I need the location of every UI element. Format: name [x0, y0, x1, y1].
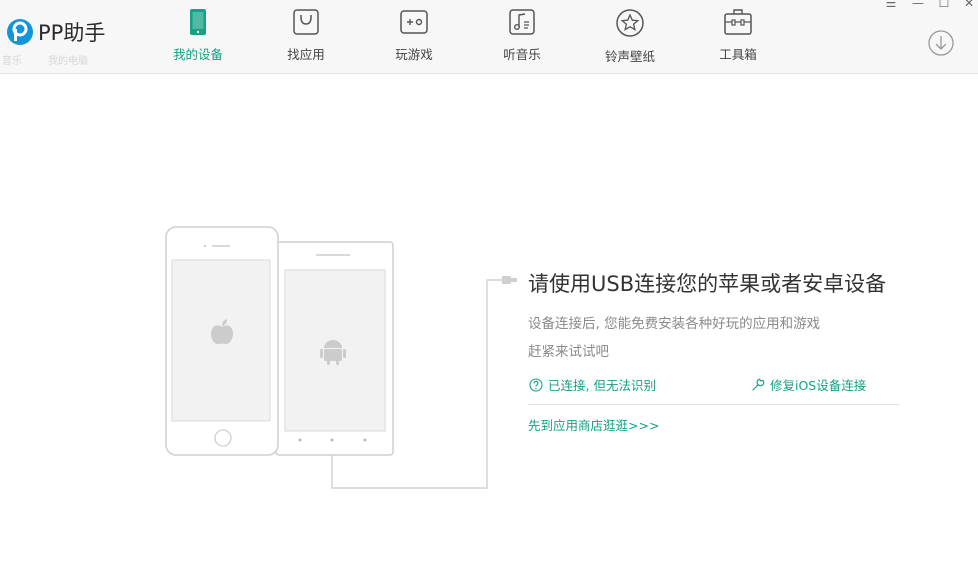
minimize-button[interactable]: — — [911, 0, 925, 10]
tab-label: 我的设备 — [172, 47, 223, 62]
tab-label: 找应用 — [287, 47, 325, 62]
phone-icon — [190, 9, 206, 35]
menu-button[interactable]: ☰ — [884, 0, 898, 10]
star-icon — [616, 9, 644, 37]
link-label: 修复iOS设备连接 — [770, 378, 867, 393]
maximize-button[interactable]: ☐ — [937, 0, 951, 10]
tab-play-games[interactable]: 玩游戏 — [374, 8, 454, 68]
wrench-icon — [752, 378, 765, 391]
background-label: 音乐 — [2, 56, 22, 67]
repair-ios-connection-link[interactable]: 修复iOS设备连接 — [750, 375, 866, 394]
tab-find-apps[interactable]: 找应用 — [266, 8, 346, 68]
background-label: 我的电脑 — [48, 56, 88, 67]
usb-cable — [331, 279, 502, 489]
tab-toolbox[interactable]: 工具箱 — [698, 8, 778, 68]
android-logo-icon — [320, 340, 346, 365]
tab-my-device[interactable]: 我的设备 — [158, 8, 238, 68]
tab-label: 玩游戏 — [395, 47, 433, 62]
iphone — [165, 226, 279, 456]
browse-app-store-link[interactable]: 先到应用商店逛逛>>> — [528, 415, 659, 434]
link-label: 先到应用商店逛逛>>> — [528, 418, 660, 433]
tab-label: 铃声壁纸 — [604, 49, 655, 64]
link-label: 已连接, 但无法识别 — [548, 378, 656, 393]
page-title: 请使用USB连接您的苹果或者安卓设备 — [528, 272, 887, 296]
music-note-icon — [509, 9, 535, 35]
shopping-bag-icon — [293, 9, 319, 35]
usb-plug-icon — [502, 276, 517, 284]
tab-listen-music[interactable]: 听音乐 — [482, 8, 562, 68]
tab-label: 工具箱 — [719, 47, 757, 62]
pp-logo-icon — [7, 19, 33, 45]
top-toolbar: PP助手 音乐 我的电脑 我的设备 找应用 玩游戏 听音乐 铃声壁纸 工具箱 ☰… — [0, 0, 978, 74]
android-phone — [275, 241, 394, 456]
app-logo[interactable]: PP助手 — [6, 16, 105, 48]
tab-label: 听音乐 — [503, 47, 541, 62]
gamepad-icon — [400, 10, 428, 34]
description-line: 赶紧来试试吧 — [528, 344, 609, 360]
question-circle-icon — [529, 377, 543, 392]
divider — [528, 404, 900, 405]
apple-logo-icon — [211, 319, 233, 345]
description-line: 设备连接后, 您能免费安装各种好玩的应用和游戏 — [528, 316, 821, 332]
tab-ringtones-wallpapers[interactable]: 铃声壁纸 — [590, 8, 670, 68]
toolbox-icon — [724, 9, 752, 35]
connected-but-unrecognized-link[interactable]: 已连接, 但无法识别 — [529, 375, 656, 394]
app-name: PP助手 — [38, 21, 106, 45]
download-icon[interactable] — [928, 30, 954, 56]
close-button[interactable]: ✕ — [962, 0, 976, 10]
